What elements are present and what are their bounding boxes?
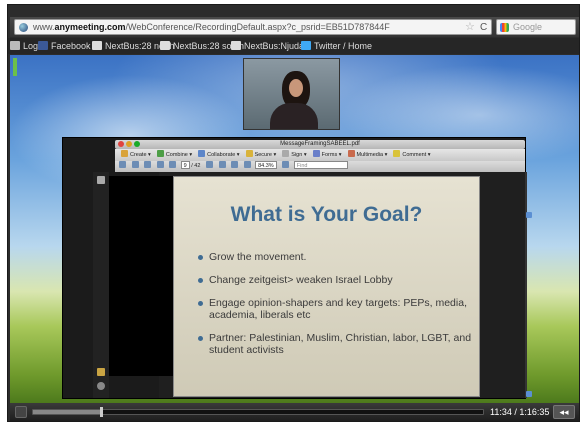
globe-icon xyxy=(10,41,20,50)
toolbar-button-label: Sign xyxy=(291,152,303,158)
bookmark-label: Facebook xyxy=(51,41,91,51)
webcam-video xyxy=(243,58,340,130)
page-total: / 42 xyxy=(191,163,201,169)
search-placeholder: Google xyxy=(513,22,543,32)
page-number-input[interactable]: 9 xyxy=(180,161,190,169)
secure-icon xyxy=(245,150,253,157)
reload-icon[interactable]: C xyxy=(480,20,487,34)
slide-page: What is Your Goal? Grow the movement. Cha… xyxy=(173,176,480,397)
toolbar-button-label: Multimedia xyxy=(356,152,384,158)
scroll-down-arrow[interactable] xyxy=(526,391,532,397)
toolbar-button-combine[interactable]: Combine ▾ xyxy=(156,149,192,161)
scroll-thumb[interactable] xyxy=(526,212,532,218)
pdf-nav-toolbar: 9 / 42 84.3% Find xyxy=(115,161,525,172)
bookmark-item[interactable]: Twitter / Home xyxy=(301,40,372,52)
toolbar-button-sign[interactable]: Sign ▾ xyxy=(282,149,307,161)
playback-progress-fill xyxy=(33,410,101,414)
slide-bullet: Change zeitgeist> weaken Israel Lobby xyxy=(198,274,473,286)
sign-icon xyxy=(282,150,290,157)
pages-icon[interactable] xyxy=(97,176,105,184)
bookmark-label: Twitter / Home xyxy=(314,41,373,51)
google-icon xyxy=(500,23,509,32)
slide-title: What is Your Goal? xyxy=(230,203,423,226)
minimize-icon[interactable] xyxy=(126,141,132,147)
search-input[interactable]: Google xyxy=(496,19,576,35)
play-button[interactable] xyxy=(15,406,27,418)
multimedia-icon xyxy=(347,150,355,157)
bookmark-item[interactable]: Facebook xyxy=(38,40,91,52)
toolbar-button-forms[interactable]: Forms ▾ xyxy=(312,149,342,161)
pdf-task-toolbar: Create ▾ Combine ▾ Collaborate ▾ Secure ▾ Si… xyxy=(115,149,525,161)
toolbar-button-label: Comment xyxy=(402,152,427,158)
zoom-out-icon[interactable] xyxy=(231,161,239,168)
speaker-icon[interactable]: ◂◂ xyxy=(553,405,575,419)
playback-time: 11:34 / 1:16:35 xyxy=(490,407,550,417)
toolbar-button-secure[interactable]: Secure ▾ xyxy=(245,149,276,161)
zoom-level-input[interactable]: 84.3% xyxy=(255,161,277,169)
toolbar-button-label: Collaborate xyxy=(207,152,236,158)
find-input[interactable]: Find xyxy=(293,161,348,169)
playback-scrubber-handle[interactable] xyxy=(99,407,103,417)
browser-window: www.anymeeting.com/WebConference/Recordi… xyxy=(7,4,580,422)
create-icon xyxy=(121,150,128,157)
twitter-bird-icon xyxy=(301,41,311,50)
slide-bullet-list: Grow the movement. Change zeitgeist> weak… xyxy=(198,251,473,367)
fit-page-icon[interactable] xyxy=(282,161,290,168)
toolbar-button-label: Forms xyxy=(321,152,338,158)
pdf-window-title: MessageFramingSABEEL.pdf xyxy=(280,141,360,147)
facebook-icon xyxy=(38,41,48,50)
print-icon[interactable] xyxy=(131,161,139,168)
toolbar-button-label: Combine xyxy=(165,152,188,158)
zoom-icon[interactable] xyxy=(134,141,140,147)
prev-page-icon[interactable] xyxy=(156,161,164,168)
collaborate-icon xyxy=(198,150,206,157)
slide-bullet: Partner: Palestinian, Muslim, Christian,… xyxy=(198,332,473,356)
next-page-icon[interactable] xyxy=(169,161,177,168)
open-icon[interactable] xyxy=(119,161,126,168)
pdf-window-titlebar: MessageFramingSABEEL.pdf xyxy=(115,140,525,149)
zoom-in-icon[interactable] xyxy=(243,161,251,168)
toolbar-button-create[interactable]: Create ▾ xyxy=(121,149,151,161)
email-icon[interactable] xyxy=(144,161,152,168)
bookmark-label: NextBus:Njudah xyxy=(244,41,310,51)
select-tool-icon[interactable] xyxy=(205,161,213,168)
document-scrollbar[interactable] xyxy=(525,172,527,398)
attachment-icon[interactable] xyxy=(97,382,105,390)
bookmark-star-icon[interactable]: ☆ xyxy=(465,20,475,34)
globe-icon xyxy=(19,23,28,32)
forms-icon xyxy=(312,150,320,157)
url-prefix: www. xyxy=(33,22,55,32)
bookmark-item[interactable]: NextBus:Njudah xyxy=(231,40,309,52)
url-path: /WebConference/RecordingDefault.aspx?c_p… xyxy=(125,22,390,32)
url-input[interactable]: www.anymeeting.com/WebConference/Recordi… xyxy=(14,19,492,35)
bookmarks-bar: Login Facebook NextBus:28 north NextBus:28 … xyxy=(8,38,579,54)
status-indicator xyxy=(13,58,17,76)
hand-tool-icon[interactable] xyxy=(218,161,226,168)
pdf-viewer-window: MessageFramingSABEEL.pdf Create ▾ Combine… xyxy=(62,137,527,399)
playback-progress-track[interactable] xyxy=(32,407,484,417)
comment-icon xyxy=(393,150,401,157)
pdf-sidebar xyxy=(93,172,109,398)
combine-icon xyxy=(156,150,164,157)
toolbar-button-multimedia[interactable]: Multimedia ▾ xyxy=(347,149,387,161)
recording-stage: MessageFramingSABEEL.pdf Create ▾ Combine… xyxy=(10,55,579,403)
bus-icon xyxy=(92,41,102,50)
comment-icon[interactable] xyxy=(97,368,105,376)
bus-icon xyxy=(231,41,241,50)
toolbar-button-collaborate[interactable]: Collaborate ▾ xyxy=(198,149,240,161)
playback-bar: 11:34 / 1:16:35 ◂◂ xyxy=(10,403,579,421)
bus-icon xyxy=(160,41,170,50)
slide-bullet: Engage opinion-shapers and key targets: … xyxy=(198,297,473,321)
toolbar-button-comment[interactable]: Comment ▾ xyxy=(393,149,431,161)
slide-bullet: Grow the movement. xyxy=(198,251,473,263)
toolbar-button-label: Secure xyxy=(254,152,272,158)
toolbar-button-label: Create xyxy=(130,152,147,158)
close-icon[interactable] xyxy=(118,141,124,147)
black-overlay-panel xyxy=(109,176,177,376)
screenshot-frame: www.anymeeting.com/WebConference/Recordi… xyxy=(0,0,581,425)
address-bar: www.anymeeting.com/WebConference/Recordi… xyxy=(10,17,579,37)
url-domain: anymeeting.com xyxy=(54,22,126,32)
